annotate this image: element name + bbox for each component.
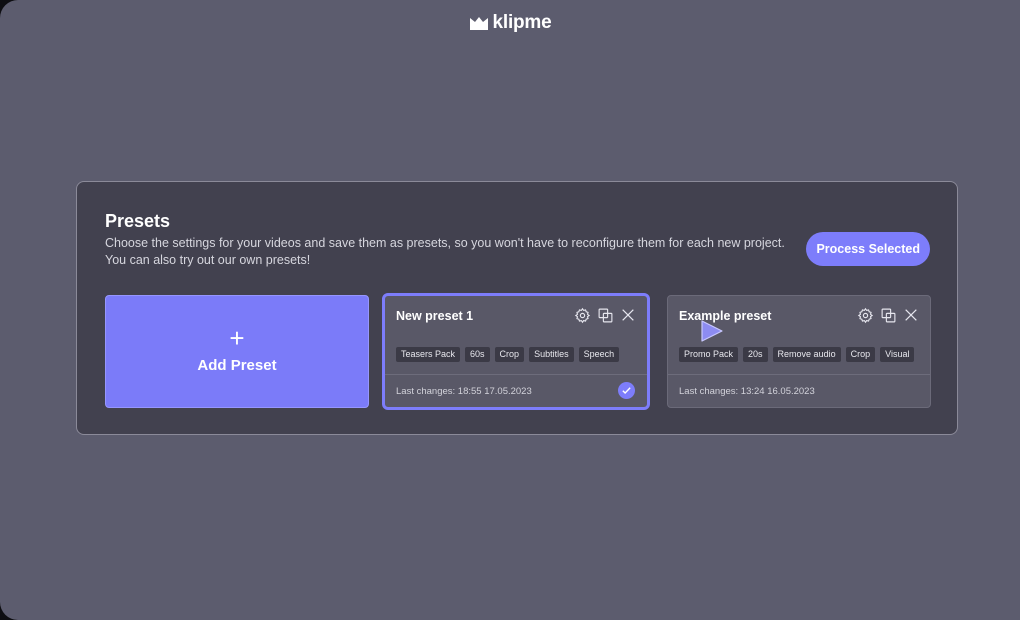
presets-description: Choose the settings for your videos and … xyxy=(105,235,795,268)
duplicate-icon[interactable] xyxy=(879,306,897,324)
preset-card-example-preset[interactable]: Example preset Promo Pack 20s Remove aud… xyxy=(667,295,931,408)
preset-title: New preset 1 xyxy=(396,309,474,323)
card-divider xyxy=(385,374,647,375)
tag: Crop xyxy=(494,347,525,362)
app-window: klipme Presets Choose the settings for y… xyxy=(0,0,1020,620)
tag: Crop xyxy=(845,347,876,362)
process-selected-button[interactable]: Process Selected xyxy=(806,232,930,266)
preset-card-new-preset-1[interactable]: New preset 1 Teasers Pack 60s Crop Subti… xyxy=(382,293,650,410)
preset-title: Example preset xyxy=(679,309,772,323)
preset-tags: Teasers Pack 60s Crop Subtitles Speech xyxy=(396,347,620,362)
preset-actions xyxy=(856,306,920,324)
add-preset-button[interactable]: + Add Preset xyxy=(105,295,369,408)
tag: Subtitles xyxy=(529,347,574,362)
tag: Visual xyxy=(880,347,915,362)
gear-icon[interactable] xyxy=(573,306,591,324)
brand-name: klipme xyxy=(492,12,552,33)
tag: Speech xyxy=(578,347,620,362)
tag: Remove audio xyxy=(772,347,841,362)
gear-icon[interactable] xyxy=(856,306,874,324)
tag: 60s xyxy=(465,347,490,362)
preset-actions xyxy=(573,306,637,324)
presets-panel: Presets Choose the settings for your vid… xyxy=(76,181,958,435)
close-icon[interactable] xyxy=(902,306,920,324)
description-line-1: Choose the settings for your videos and … xyxy=(105,236,785,250)
page-title: Presets xyxy=(105,211,171,231)
close-icon[interactable] xyxy=(619,306,637,324)
tag: 20s xyxy=(743,347,768,362)
check-icon xyxy=(622,387,631,395)
tag: Promo Pack xyxy=(679,347,739,362)
last-changes-timestamp: Last changes: 18:55 17.05.2023 xyxy=(396,386,532,397)
cursor-icon xyxy=(700,320,724,347)
last-changes-timestamp: Last changes: 13:24 16.05.2023 xyxy=(679,386,815,397)
logo-icon xyxy=(469,17,488,30)
add-preset-label: Add Preset xyxy=(197,357,277,374)
plus-icon: + xyxy=(229,323,245,353)
duplicate-icon[interactable] xyxy=(596,306,614,324)
tag: Teasers Pack xyxy=(396,347,461,362)
preset-tags: Promo Pack 20s Remove audio Crop Visual xyxy=(679,347,915,362)
selected-check[interactable] xyxy=(618,382,635,399)
description-line-2: You can also try out our own presets! xyxy=(105,252,311,267)
card-divider xyxy=(668,374,930,375)
brand-logo[interactable]: klipme xyxy=(0,12,1020,34)
